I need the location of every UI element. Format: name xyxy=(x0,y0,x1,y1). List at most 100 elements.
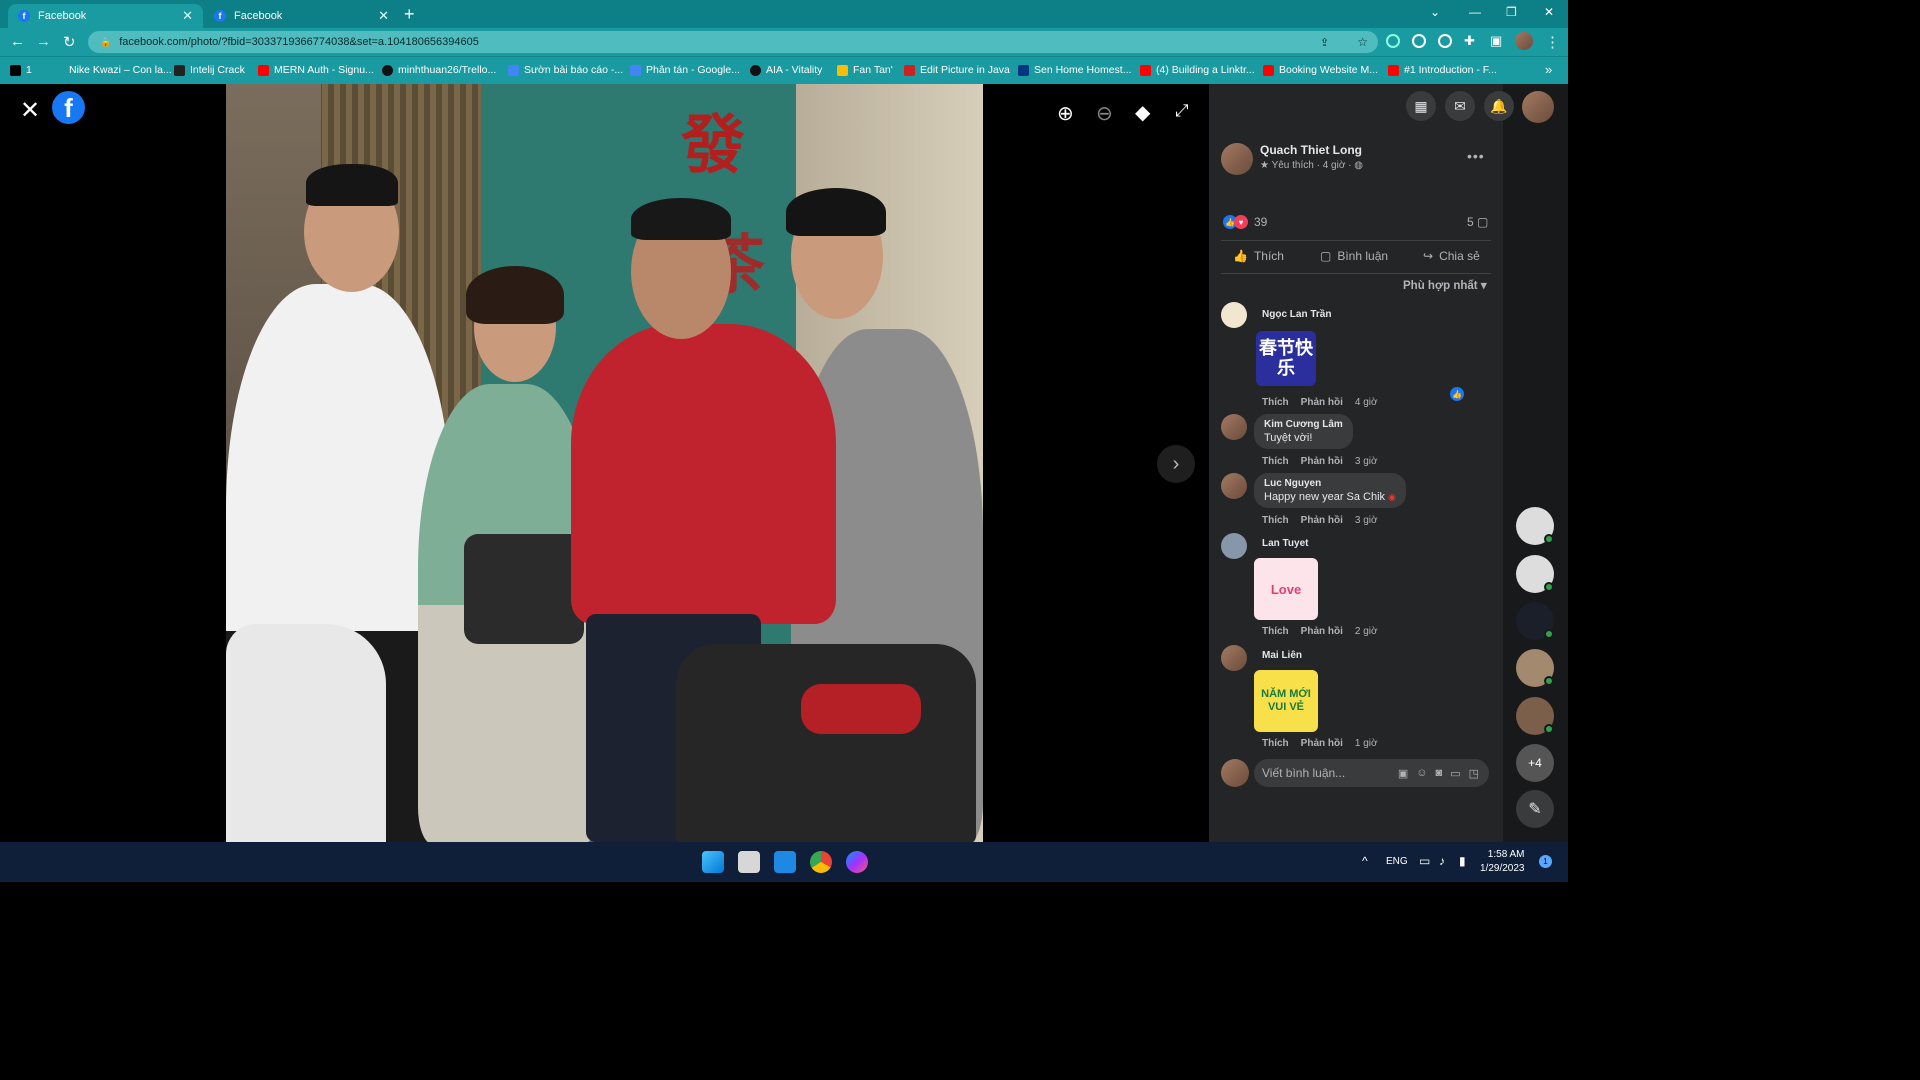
comment-like-link[interactable]: Thích xyxy=(1262,456,1289,467)
notifications-bell-icon[interactable]: 🔔 xyxy=(1484,91,1514,121)
like-button[interactable]: 👍 Thích xyxy=(1233,249,1284,263)
forward-icon[interactable]: → xyxy=(36,33,51,50)
fullscreen-icon[interactable]: ⤢ xyxy=(1175,101,1189,121)
tab-close-icon[interactable]: ✕ xyxy=(378,8,389,24)
gif-icon[interactable]: ▭ xyxy=(1450,767,1460,780)
tab-close-icon[interactable]: ✕ xyxy=(182,8,193,24)
bookmark-item[interactable]: Booking Website M... xyxy=(1263,64,1378,76)
browser-tab-2[interactable]: f Facebook ✕ xyxy=(204,4,399,28)
start-icon[interactable] xyxy=(702,851,724,873)
commenter-name[interactable]: Kim Cương Lâm xyxy=(1264,419,1343,430)
comment-time: 3 giờ xyxy=(1354,515,1378,526)
bookmark-item[interactable]: #1 Introduction - F... xyxy=(1388,64,1497,76)
menu-icon[interactable]: ⋮ xyxy=(1545,33,1560,51)
bookmark-item[interactable]: Fan Tan' xyxy=(837,64,893,76)
tray-chevron-icon[interactable]: ^ xyxy=(1362,854,1368,868)
messenger-icon[interactable]: ✉ xyxy=(1445,91,1475,121)
facebook-logo-icon[interactable]: f xyxy=(52,91,85,124)
bookmarks-overflow-button[interactable]: » xyxy=(1545,62,1552,77)
commenter-avatar[interactable] xyxy=(1221,302,1247,328)
restore-icon[interactable]: ❐ xyxy=(1506,5,1517,19)
bookmark-item[interactable]: MERN Auth - Signu... xyxy=(258,64,374,76)
back-icon[interactable]: ← xyxy=(10,33,25,50)
comment-input[interactable]: Viết bình luận... ▣ ☺ ◙ ▭ ◳ xyxy=(1254,759,1489,787)
bookmark-item[interactable]: AIA - Vitality xyxy=(750,64,822,76)
poster-name[interactable]: Quach Thiet Long xyxy=(1260,143,1362,157)
minimize-icon[interactable]: — xyxy=(1469,5,1481,19)
camera-icon[interactable]: ◙ xyxy=(1436,767,1443,780)
commenter-name[interactable]: Ngọc Lan Trần xyxy=(1262,309,1331,320)
menu-grid-icon[interactable]: ▦ xyxy=(1406,91,1436,121)
comment-sort-dropdown[interactable]: Phù hợp nhất ▾ xyxy=(1403,278,1487,292)
commenter-name[interactable]: Lan Tuyet xyxy=(1262,538,1308,549)
volume-icon[interactable]: ♪ xyxy=(1439,854,1445,868)
comment-reply-link[interactable]: Phản hồi xyxy=(1301,456,1343,467)
tag-icon[interactable]: ◆ xyxy=(1135,100,1150,125)
comment-like-link[interactable]: Thích xyxy=(1262,738,1289,749)
zoom-in-icon[interactable]: ⊕ xyxy=(1057,101,1074,126)
share-button[interactable]: ↪ Chia sẻ xyxy=(1423,249,1480,263)
bookmark-item[interactable]: Edit Picture in Java xyxy=(904,64,1010,76)
more-contacts[interactable]: +4 xyxy=(1516,744,1554,782)
chrome-icon[interactable] xyxy=(810,851,832,873)
commenter-avatar[interactable] xyxy=(1221,473,1247,499)
task-view-icon[interactable] xyxy=(738,851,760,873)
bookmark-item[interactable]: Intelij Crack xyxy=(174,64,245,76)
vscode-icon[interactable] xyxy=(774,851,796,873)
bookmark-item[interactable]: Sen Home Homest... xyxy=(1018,64,1131,76)
bookmark-item[interactable]: 1 xyxy=(10,64,32,76)
tab-strip: f Facebook ✕ f Facebook ✕ + ⌄ — ❐ ✕ xyxy=(0,0,1568,28)
reload-icon[interactable]: ↻ xyxy=(63,33,76,51)
new-message-button[interactable]: ✎ xyxy=(1516,790,1554,828)
extension-icon[interactable] xyxy=(1438,34,1452,48)
zoom-out-icon[interactable]: ⊖ xyxy=(1096,101,1113,126)
bookmark-item[interactable]: (4) Building a Linktr... xyxy=(1140,64,1255,76)
window-close-icon[interactable]: ✕ xyxy=(1544,5,1554,19)
comment-reply-link[interactable]: Phản hồi xyxy=(1301,738,1343,749)
tab-search-icon[interactable]: ⌄ xyxy=(1430,5,1440,19)
bookmark-item[interactable]: Sườn bài báo cáo -... xyxy=(508,64,623,76)
puzzle-icon[interactable]: ✚ xyxy=(1464,33,1475,49)
commenter-avatar[interactable] xyxy=(1221,414,1247,440)
profile-avatar[interactable] xyxy=(1515,32,1533,50)
comment-reply-link[interactable]: Phản hồi xyxy=(1301,626,1343,637)
comment-reply-link[interactable]: Phản hồi xyxy=(1301,515,1343,526)
bookmark-item[interactable]: Phân tán - Google... xyxy=(630,64,740,76)
bookmark-item[interactable]: minhthuan26/Trello... xyxy=(382,64,496,76)
battery-icon[interactable]: ▮ xyxy=(1459,854,1466,868)
bookmark-item[interactable]: Nike Kwazi – Con la... xyxy=(69,64,172,76)
new-tab-button[interactable]: + xyxy=(404,4,415,25)
commenter-avatar[interactable] xyxy=(1221,533,1247,559)
comment-button[interactable]: ▢ Bình luận xyxy=(1320,249,1388,263)
share-icon[interactable]: ⇪ xyxy=(1320,36,1329,49)
commenter-avatar[interactable] xyxy=(1221,645,1247,671)
comment-like-link[interactable]: Thích xyxy=(1262,397,1289,408)
account-avatar[interactable] xyxy=(1522,91,1554,123)
reaction-summary[interactable]: 👍 ♥ 39 xyxy=(1223,215,1267,229)
network-icon[interactable]: ▭ xyxy=(1419,854,1430,868)
language-indicator[interactable]: ENG xyxy=(1386,856,1408,867)
commenter-name[interactable]: Luc Nguyen xyxy=(1264,478,1396,489)
emoji-icon[interactable]: ☺ xyxy=(1416,767,1427,780)
comment-like-link[interactable]: Thích xyxy=(1262,515,1289,526)
address-bar[interactable]: 🔒 facebook.com/photo/?fbid=3033719366774… xyxy=(88,31,1378,53)
post-options-icon[interactable]: ••• xyxy=(1467,148,1485,164)
browser-tab-1[interactable]: f Facebook ✕ xyxy=(8,4,203,28)
comment-count[interactable]: 5 ▢ xyxy=(1467,215,1488,229)
extension-icon[interactable] xyxy=(1412,34,1426,48)
next-photo-button[interactable]: › xyxy=(1157,445,1195,483)
sidepanel-icon[interactable]: ▣ xyxy=(1490,33,1502,49)
sticker-icon[interactable]: ◳ xyxy=(1469,767,1479,780)
close-viewer-icon[interactable]: ✕ xyxy=(20,96,40,125)
notification-badge[interactable]: 1 xyxy=(1539,855,1552,868)
clock[interactable]: 1:58 AM 1/29/2023 xyxy=(1480,848,1525,876)
avatar-sticker-icon[interactable]: ▣ xyxy=(1398,767,1408,780)
commenter-name[interactable]: Mai Liên xyxy=(1262,650,1302,661)
bookmark-star-icon[interactable]: ☆ xyxy=(1357,35,1368,49)
poster-avatar[interactable] xyxy=(1221,143,1253,175)
family-photo[interactable]: 發 茶 xyxy=(226,84,983,842)
messenger-app-icon[interactable] xyxy=(846,851,868,873)
extension-icon[interactable] xyxy=(1386,34,1400,48)
comment-reply-link[interactable]: Phản hồi xyxy=(1301,397,1343,408)
comment-like-link[interactable]: Thích xyxy=(1262,626,1289,637)
